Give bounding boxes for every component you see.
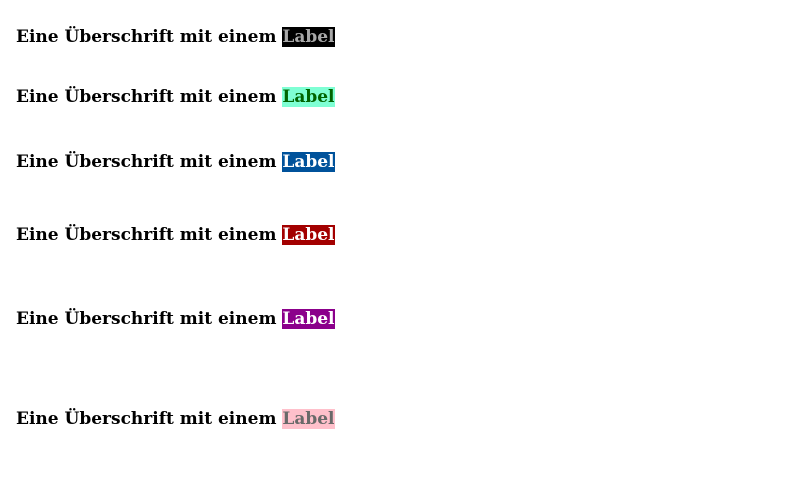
heading-6: Eine Überschrift mit einem Label	[16, 409, 335, 429]
heading-3: Eine Überschrift mit einem Label	[16, 152, 335, 172]
heading-4-text: Eine Überschrift mit einem	[16, 225, 277, 245]
heading-2-label: Label	[282, 87, 335, 107]
heading-4: Eine Überschrift mit einem Label	[16, 225, 335, 245]
heading-1-label: Label	[282, 27, 335, 47]
heading-5: Eine Überschrift mit einem Label	[16, 309, 335, 329]
heading-6-text: Eine Überschrift mit einem	[16, 409, 277, 429]
heading-3-label: Label	[282, 152, 335, 172]
heading-4-label: Label	[282, 225, 335, 245]
heading-1-text: Eine Überschrift mit einem	[16, 27, 277, 47]
heading-3-text: Eine Überschrift mit einem	[16, 152, 277, 172]
heading-2-text: Eine Überschrift mit einem	[16, 87, 277, 107]
heading-5-text: Eine Überschrift mit einem	[16, 309, 277, 329]
heading-2: Eine Überschrift mit einem Label	[16, 87, 335, 107]
heading-5-label: Label	[282, 309, 335, 329]
heading-1: Eine Überschrift mit einem Label	[16, 27, 335, 47]
heading-6-label: Label	[282, 409, 335, 429]
